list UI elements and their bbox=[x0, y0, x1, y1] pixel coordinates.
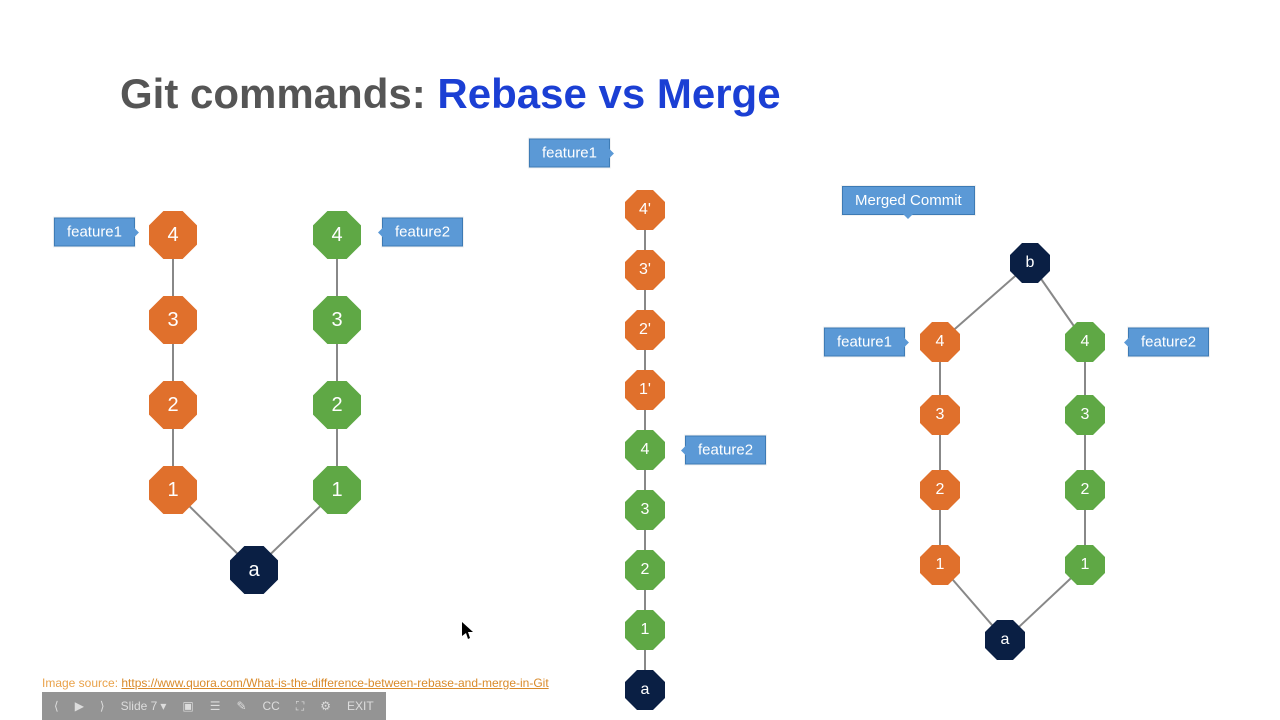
commit-node: 3 bbox=[149, 296, 197, 344]
commit-node: 1 bbox=[313, 466, 361, 514]
cc-button[interactable]: CC bbox=[257, 697, 286, 715]
source-link[interactable]: https://www.quora.com/What-is-the-differ… bbox=[121, 676, 548, 690]
commit-node: 4 bbox=[313, 211, 361, 259]
commit-node: 4 bbox=[1065, 322, 1105, 362]
commit-node: 1 bbox=[149, 466, 197, 514]
commit-node: 4' bbox=[625, 190, 665, 230]
commit-node: 2 bbox=[920, 470, 960, 510]
branch-label: feature2 bbox=[685, 436, 766, 465]
next-slide-button[interactable]: ⟩ bbox=[94, 697, 111, 715]
commit-node: 2 bbox=[625, 550, 665, 590]
commit-node: 2 bbox=[1065, 470, 1105, 510]
commit-node: 2' bbox=[625, 310, 665, 350]
commit-node: 3 bbox=[1065, 395, 1105, 435]
qa-icon[interactable]: ▣ bbox=[176, 697, 199, 715]
commit-node: a bbox=[625, 670, 665, 710]
branch-label: feature1 bbox=[54, 218, 135, 247]
image-source: Image source: https://www.quora.com/What… bbox=[42, 676, 549, 690]
branch-label: feature1 bbox=[529, 139, 610, 168]
commit-node: 3' bbox=[625, 250, 665, 290]
branch-label: Merged Commit bbox=[842, 186, 975, 215]
branch-label: feature2 bbox=[382, 218, 463, 247]
notes-icon[interactable]: ☰ bbox=[204, 697, 227, 715]
slide-picker[interactable]: Slide 7 ▾ bbox=[115, 697, 173, 715]
commit-node: 1 bbox=[625, 610, 665, 650]
commit-node: 3 bbox=[920, 395, 960, 435]
branch-label: feature2 bbox=[1128, 328, 1209, 357]
commit-node: 4 bbox=[920, 322, 960, 362]
commit-node: 4 bbox=[625, 430, 665, 470]
commit-node: b bbox=[1010, 243, 1050, 283]
presenter-toolbar: ⟨ ▶ ⟩ Slide 7 ▾ ▣ ☰ ✎ CC ⛶ ⚙ EXIT bbox=[42, 692, 386, 720]
settings-icon[interactable]: ⚙ bbox=[314, 697, 337, 715]
mouse-cursor bbox=[462, 622, 474, 640]
commit-node: 3 bbox=[625, 490, 665, 530]
commit-node: 2 bbox=[149, 381, 197, 429]
commit-node: 1 bbox=[920, 545, 960, 585]
commit-node: a bbox=[985, 620, 1025, 660]
branch-label: feature1 bbox=[824, 328, 905, 357]
fullscreen-icon[interactable]: ⛶ bbox=[290, 697, 310, 716]
commit-node: 3 bbox=[313, 296, 361, 344]
commit-node: 2 bbox=[313, 381, 361, 429]
play-button[interactable]: ▶ bbox=[69, 697, 90, 715]
pointer-icon[interactable]: ✎ bbox=[230, 697, 252, 715]
exit-button[interactable]: EXIT bbox=[341, 697, 380, 715]
commit-node: 1' bbox=[625, 370, 665, 410]
prev-slide-button[interactable]: ⟨ bbox=[48, 697, 65, 715]
commit-node: a bbox=[230, 546, 278, 594]
commit-node: 1 bbox=[1065, 545, 1105, 585]
